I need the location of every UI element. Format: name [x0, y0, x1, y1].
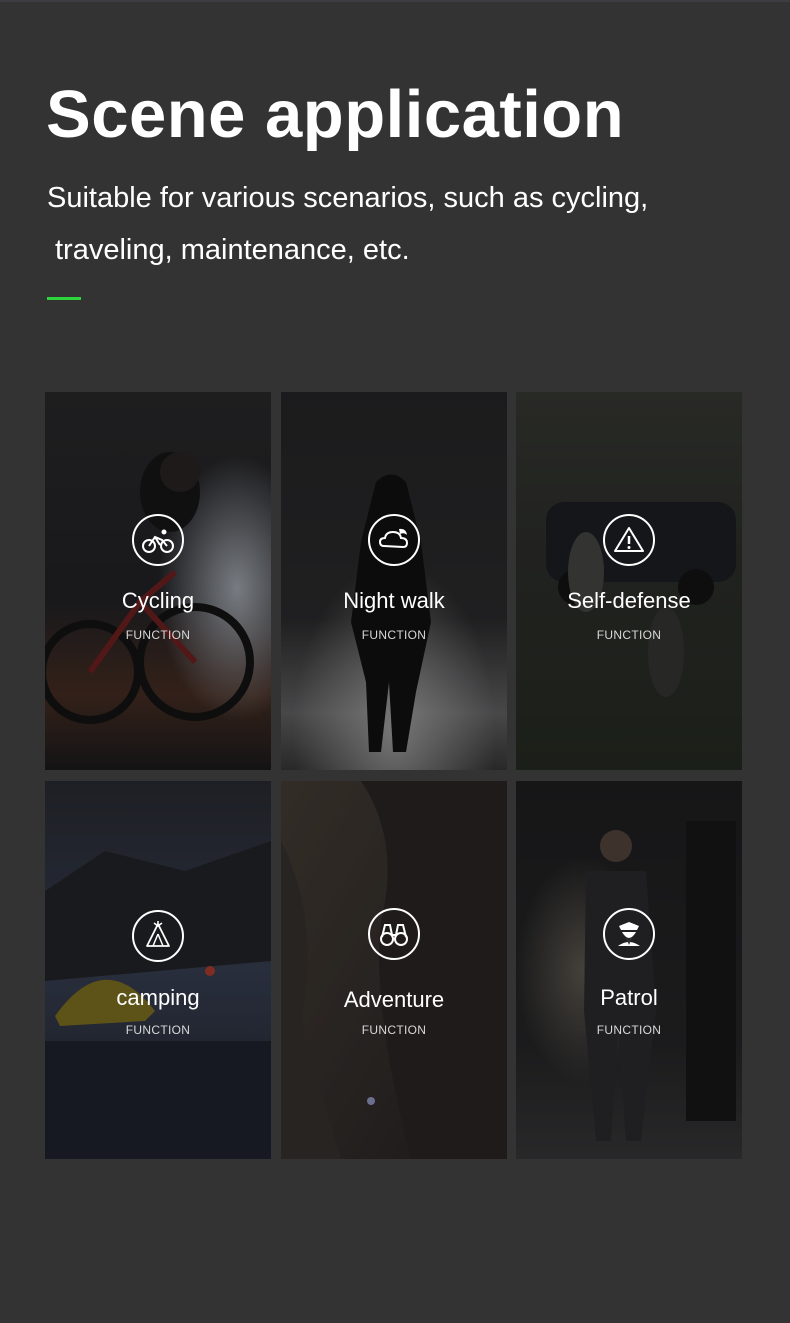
scene-card-night-walk: Night walk FUNCTION [281, 392, 507, 770]
card-label: camping [116, 985, 200, 1010]
scene-card-patrol: Patrol FUNCTION [516, 781, 742, 1159]
card-label: Self-defense [567, 588, 691, 613]
scene-card-cycling: Cycling FUNCTION [45, 392, 271, 770]
card-sublabel: FUNCTION [361, 628, 427, 642]
card-overlay [516, 392, 742, 770]
scene-card-camping: camping FUNCTION [45, 781, 271, 1159]
card-overlay [281, 781, 507, 1159]
card-sublabel: FUNCTION [596, 628, 662, 642]
card-sublabel: FUNCTION [125, 1023, 191, 1037]
card-overlay [45, 392, 271, 770]
bicycle-icon [132, 514, 184, 566]
card-label: Cycling [121, 588, 195, 613]
binoculars-icon [368, 908, 420, 960]
card-overlay [281, 392, 507, 770]
scene-card-adventure: Adventure FUNCTION [281, 781, 507, 1159]
tent-icon [132, 910, 184, 962]
card-overlay [45, 781, 271, 1159]
warning-icon [603, 514, 655, 566]
scene-card-self-defense: Self-defense FUNCTION [516, 392, 742, 770]
page-subtitle: Suitable for various scenarios, such as … [47, 172, 747, 276]
subtitle-line-1: Suitable for various scenarios, such as … [47, 182, 649, 214]
top-divider [0, 0, 790, 2]
subtitle-line-2: traveling, maintenance, etc. [55, 234, 410, 266]
card-sublabel: FUNCTION [361, 1023, 427, 1037]
cloud-moon-icon [368, 514, 420, 566]
page: Scene application Suitable for various s… [0, 0, 790, 1323]
security-guard-icon [603, 908, 655, 960]
card-label: Night walk [343, 588, 445, 613]
card-overlay [516, 781, 742, 1159]
card-label: Patrol [600, 985, 658, 1010]
page-title: Scene application [46, 77, 625, 152]
accent-bar [47, 297, 81, 300]
card-label: Adventure [343, 987, 445, 1012]
card-sublabel: FUNCTION [596, 1023, 662, 1037]
card-sublabel: FUNCTION [125, 628, 191, 642]
